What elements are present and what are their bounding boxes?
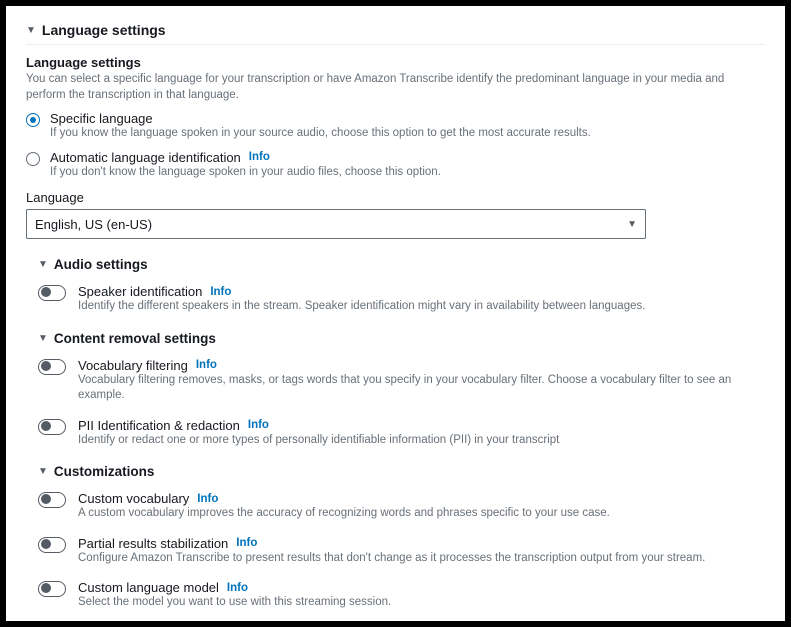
info-link[interactable]: Info [196,359,217,371]
radio-label: Automatic language identification Info [50,150,765,165]
radio-help: If you don't know the language spoken in… [50,165,765,181]
toggle-label: PII Identification & redaction [78,418,240,433]
language-select-value: English, US (en-US) [35,217,152,232]
section-title: Customizations [54,464,155,479]
custom-vocabulary-toggle[interactable] [38,492,66,508]
pii-redaction-row: PII Identification & redaction Info Iden… [38,418,765,449]
chevron-down-icon: ▼ [627,219,637,230]
info-link[interactable]: Info [197,493,218,505]
customizations-header[interactable]: ▼ Customizations [38,464,765,485]
speaker-identification-row: Speaker identification Info Identify the… [38,284,765,315]
toggle-help: Identify or redact one or more types of … [78,433,765,449]
info-link[interactable]: Info [210,286,231,298]
toggle-help: A custom vocabulary improves the accurac… [78,506,765,522]
partial-results-row: Partial results stabilization Info Confi… [38,536,765,567]
toggle-label: Custom language model [78,580,219,595]
section-title: Audio settings [54,257,148,272]
language-settings-section: ▼ Language settings Language settings Yo… [26,22,765,611]
toggle-label: Custom vocabulary [78,491,189,506]
toggle-help: Select the model you want to use with th… [78,595,765,611]
vocabulary-filtering-row: Vocabulary filtering Info Vocabulary fil… [38,358,765,404]
radio-help: If you know the language spoken in your … [50,126,765,142]
section-title: Content removal settings [54,331,216,346]
caret-down-icon: ▼ [38,259,48,270]
toggle-label: Vocabulary filtering [78,358,188,373]
radio-auto-language-id[interactable]: Automatic language identification Info I… [26,150,765,181]
radio-specific-language[interactable]: Specific language If you know the langua… [26,111,765,142]
radio-label: Specific language [50,111,765,126]
caret-down-icon: ▼ [38,466,48,477]
custom-language-model-row: Custom language model Info Select the mo… [38,580,765,611]
toggle-label: Speaker identification [78,284,202,299]
audio-settings-header[interactable]: ▼ Audio settings [38,257,765,278]
language-settings-title: Language settings [26,55,765,70]
radio-icon [26,152,40,166]
info-link[interactable]: Info [236,537,257,549]
language-settings-description: You can select a specific language for y… [26,72,765,103]
section-title: Language settings [42,22,166,38]
toggle-label: Partial results stabilization [78,536,228,551]
toggle-help: Identify the different speakers in the s… [78,299,765,315]
info-link[interactable]: Info [248,419,269,431]
content-removal-section: ▼ Content removal settings Vocabulary fi… [26,331,765,449]
pii-redaction-toggle[interactable] [38,419,66,435]
partial-results-toggle[interactable] [38,537,66,553]
language-select[interactable]: English, US (en-US) ▼ [26,209,646,239]
language-field: Language English, US (en-US) ▼ [26,190,765,239]
caret-down-icon: ▼ [26,25,36,36]
info-link[interactable]: Info [227,582,248,594]
info-link[interactable]: Info [249,151,270,163]
audio-settings-section: ▼ Audio settings Speaker identification … [26,257,765,315]
language-field-label: Language [26,190,765,205]
language-settings-header[interactable]: ▼ Language settings [26,22,765,45]
language-mode-radio-group: Specific language If you know the langua… [26,111,765,180]
radio-icon [26,113,40,127]
speaker-identification-toggle[interactable] [38,285,66,301]
toggle-help: Configure Amazon Transcribe to present r… [78,551,765,567]
caret-down-icon: ▼ [38,333,48,344]
vocabulary-filtering-toggle[interactable] [38,359,66,375]
toggle-help: Vocabulary filtering removes, masks, or … [78,373,765,404]
content-removal-header[interactable]: ▼ Content removal settings [38,331,765,352]
custom-language-model-toggle[interactable] [38,581,66,597]
customizations-section: ▼ Customizations Custom vocabulary Info … [26,464,765,611]
settings-panel: ▼ Language settings Language settings Yo… [6,6,785,621]
custom-vocabulary-row: Custom vocabulary Info A custom vocabula… [38,491,765,522]
